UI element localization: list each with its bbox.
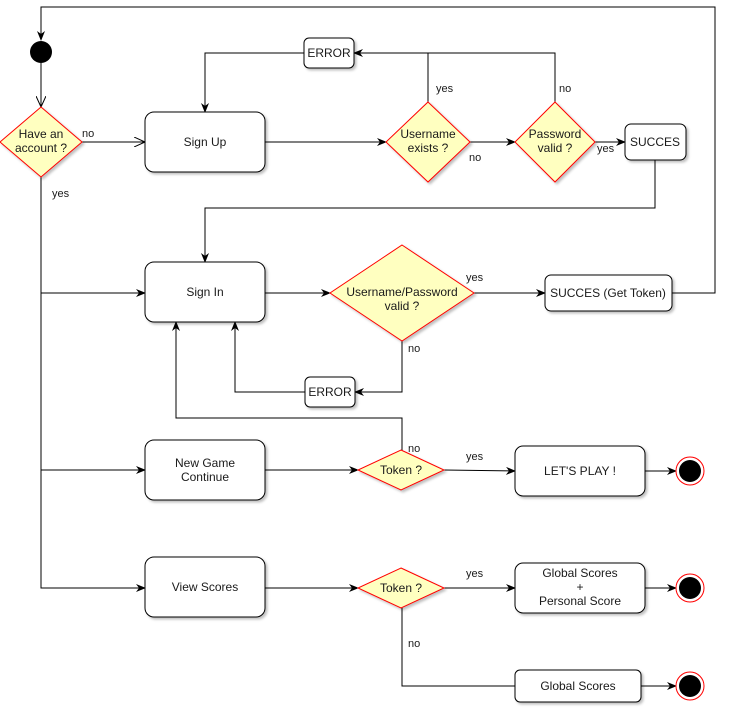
action-succes: SUCCES: [624, 123, 687, 161]
svg-text:Sign In: Sign In: [186, 285, 223, 299]
action-global-personal: Global Scores + Personal Score: [514, 562, 646, 614]
svg-text:Personal Score: Personal Score: [539, 594, 621, 608]
action-view-scores: View Scores: [144, 556, 266, 618]
action-global-scores: Global Scores: [514, 669, 642, 703]
svg-text:exists ?: exists ?: [408, 141, 449, 155]
end-node: [675, 573, 705, 603]
svg-text:Have an: Have an: [19, 127, 64, 141]
svg-text:SUCCES: SUCCES: [630, 135, 680, 149]
action-error-signin: ERROR: [304, 376, 356, 408]
edge-token-signin: [172, 321, 403, 450]
decision-have-account: Have an account ?: [0, 106, 83, 178]
label-yes: yes: [52, 188, 70, 200]
svg-text:New Game: New Game: [175, 456, 235, 470]
edge-yes-trunk: [40, 177, 146, 592]
action-sign-in: Sign In: [144, 261, 266, 323]
svg-text:ERROR: ERROR: [307, 46, 351, 60]
label-no: no: [408, 343, 420, 355]
label-yes: yes: [466, 272, 484, 284]
svg-text:Password: Password: [529, 127, 582, 141]
label-no: no: [408, 638, 420, 650]
label-no: no: [82, 128, 94, 140]
decision-token-game: Token ?: [356, 449, 446, 491]
svg-text:+: +: [576, 580, 583, 594]
label-no: no: [408, 443, 420, 455]
edge-error-signin: [231, 321, 305, 393]
decision-credentials-valid: Username/Password valid ?: [329, 244, 475, 342]
action-sign-up: Sign Up: [144, 111, 266, 173]
end-node: [675, 456, 705, 486]
label-yes: yes: [466, 568, 484, 580]
svg-text:Global Scores: Global Scores: [542, 566, 617, 580]
label-no: no: [469, 152, 481, 164]
svg-text:account ?: account ?: [15, 141, 67, 155]
decision-token-scores: Token ?: [356, 567, 446, 609]
edge-token-play: [443, 466, 516, 475]
action-succes-token: SUCCES (Get Token): [544, 274, 673, 312]
edge-exists-error: [353, 49, 429, 102]
edge-error-signup: [201, 52, 304, 113]
label-no: no: [559, 83, 571, 95]
svg-text:Global Scores: Global Scores: [540, 679, 615, 693]
label-yes: yes: [466, 451, 484, 463]
start-node: [30, 41, 52, 63]
svg-text:Username/Password: Username/Password: [346, 285, 457, 299]
decision-username-exists: Username exists ?: [385, 101, 471, 183]
svg-text:Continue: Continue: [181, 470, 229, 484]
svg-text:Username: Username: [400, 127, 456, 141]
action-new-game: New Game Continue: [144, 439, 266, 501]
label-yes: yes: [436, 83, 454, 95]
action-lets-play: LET'S PLAY !: [514, 445, 646, 497]
svg-text:Sign Up: Sign Up: [184, 135, 227, 149]
end-node: [675, 671, 705, 701]
svg-text:LET'S PLAY !: LET'S PLAY !: [544, 464, 616, 478]
svg-text:valid ?: valid ?: [538, 141, 573, 155]
action-error-signup: ERROR: [303, 37, 355, 69]
svg-text:Token ?: Token ?: [380, 463, 422, 477]
svg-text:View Scores: View Scores: [172, 580, 238, 594]
activity-diagram: no yes yes no no yes yes no no yes yes n…: [0, 6, 716, 703]
decision-password-valid: Password valid ?: [514, 101, 596, 183]
svg-text:SUCCES (Get Token): SUCCES (Get Token): [550, 286, 666, 300]
label-yes: yes: [597, 143, 615, 155]
svg-text:ERROR: ERROR: [308, 385, 352, 399]
svg-text:valid ?: valid ?: [385, 299, 420, 313]
svg-text:Token ?: Token ?: [380, 581, 422, 595]
edge-valid-error: [354, 341, 403, 396]
